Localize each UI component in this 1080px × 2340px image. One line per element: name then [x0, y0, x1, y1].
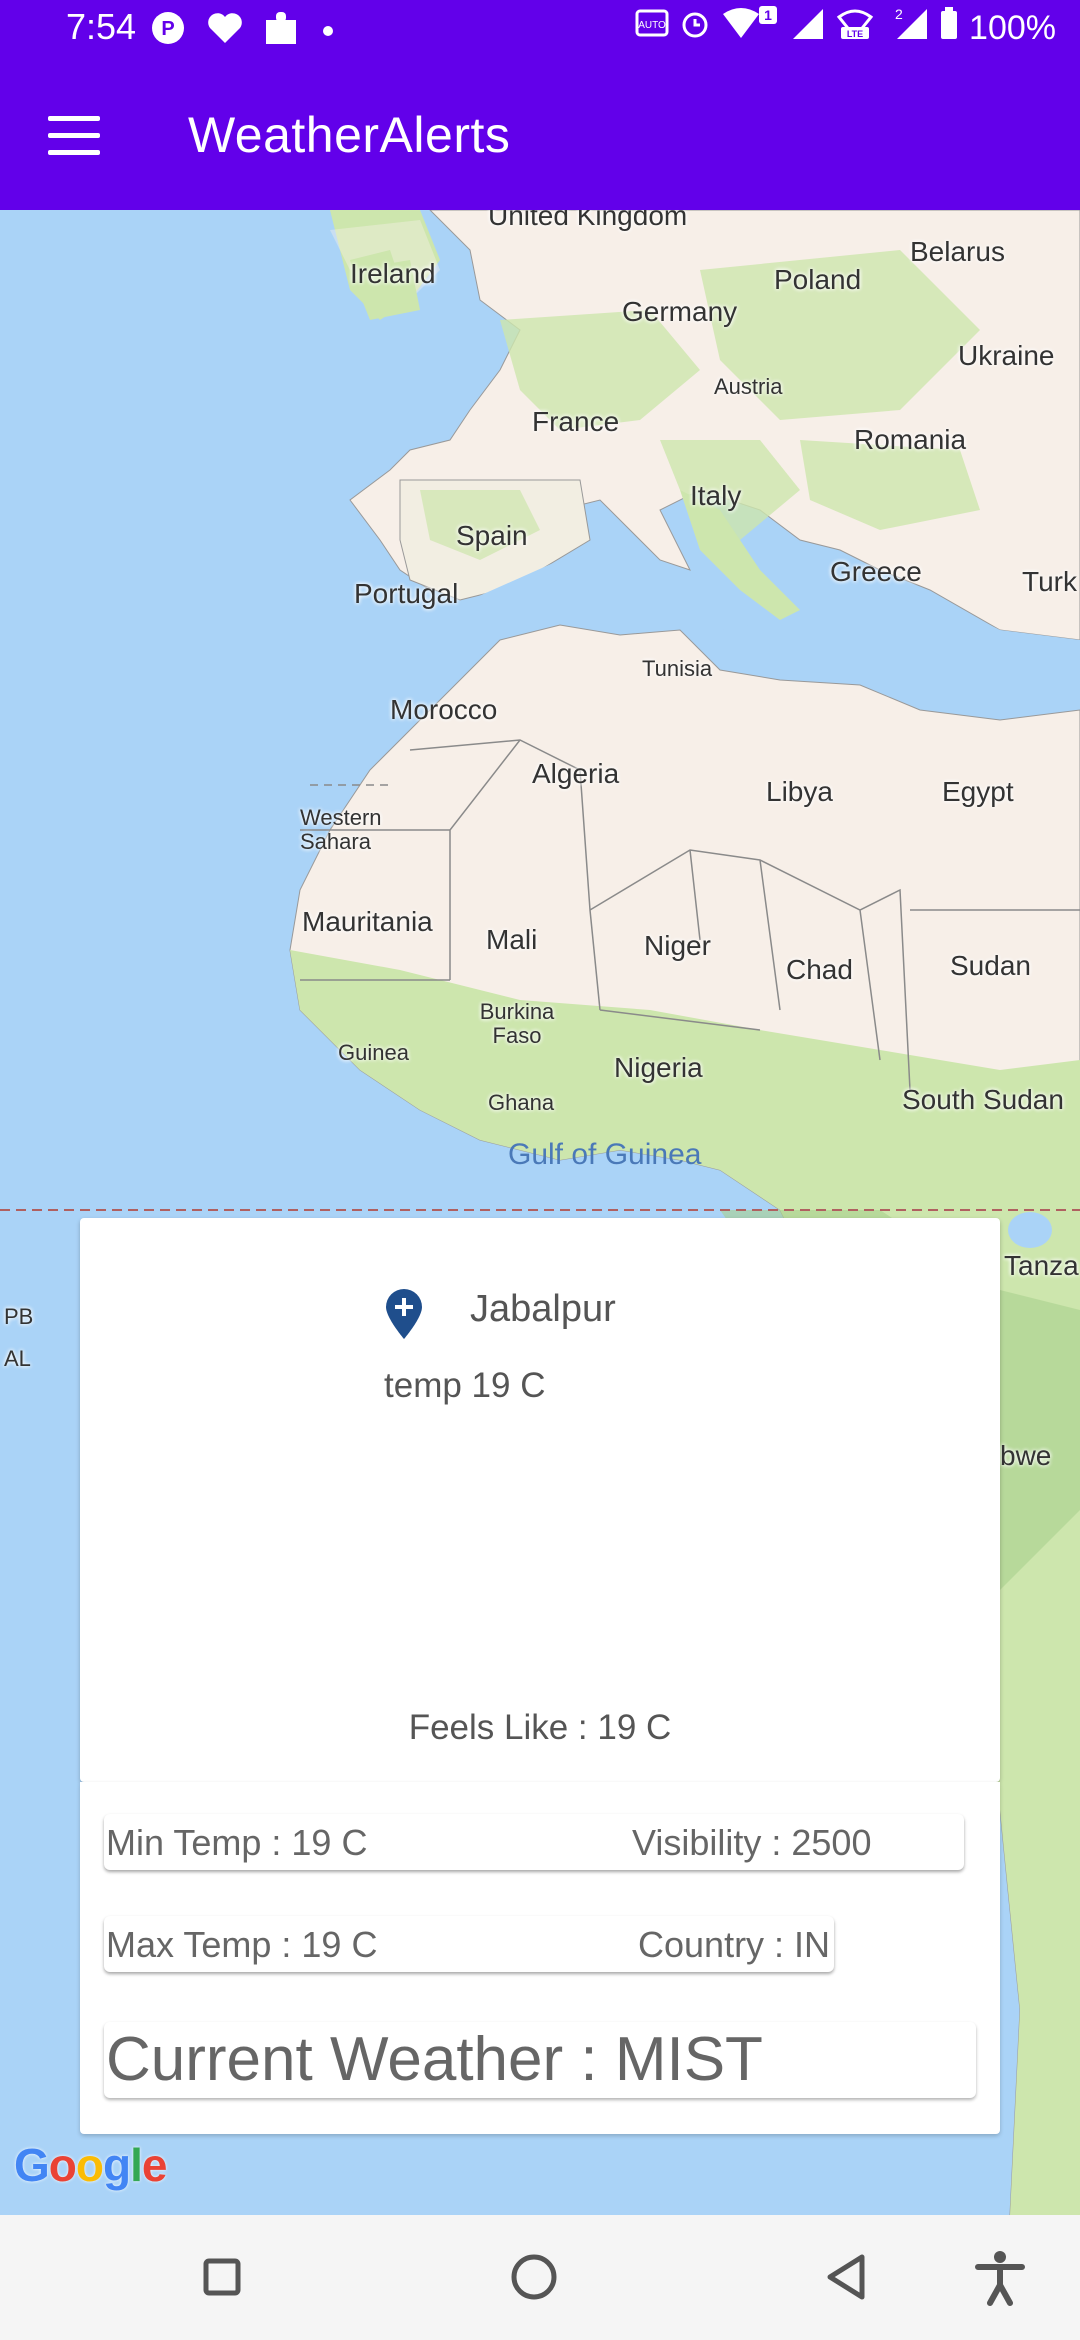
wifi-icon: 1	[721, 6, 781, 51]
sim2-badge: 2	[895, 7, 903, 22]
map-label-italy: Italy	[690, 480, 742, 511]
app-bar: WeatherAlerts	[0, 62, 1080, 210]
map-label-belarus: Belarus	[910, 236, 1005, 267]
map-label-mali: Mali	[486, 924, 538, 955]
alarm-icon	[679, 8, 711, 49]
app-title: WeatherAlerts	[188, 107, 511, 163]
accessibility-icon[interactable]	[968, 2245, 1032, 2309]
map-label-tanzania: Tanza	[1004, 1250, 1079, 1281]
map-label-uk: United Kingdom	[488, 210, 688, 231]
map-label-ghana: Ghana	[488, 1090, 555, 1115]
system-status-icons: AUTO 1 LTE 2 100%	[635, 6, 1056, 51]
sim1-badge: 1	[764, 7, 772, 23]
map-label-ukraine: Ukraine	[958, 340, 1055, 371]
map-label-south-sudan: South Sudan	[902, 1084, 1064, 1115]
map-label-tunisia: Tunisia	[642, 656, 713, 681]
back-triangle-icon[interactable]	[816, 2245, 880, 2309]
notification-icons: P	[150, 10, 338, 54]
location-pin-add-icon	[384, 1288, 424, 1340]
map-label-guinea: Guinea	[338, 1040, 409, 1065]
map-label-mauritania: Mauritania	[302, 906, 433, 937]
weather-details-panel: Min Temp : 19 C Visibility : 2500 Max Te…	[80, 1782, 1000, 2134]
weather-info-card[interactable]: Jabalpur temp 19 C Feels Like : 19 C	[80, 1218, 1000, 1782]
auto-icon: AUTO	[635, 9, 669, 48]
temperature: temp 19 C	[384, 1366, 546, 1405]
map-label-sudan: Sudan	[950, 950, 1031, 981]
p-icon: P	[150, 10, 186, 54]
status-bar: 7:54 P AUTO 1 LTE 2 100%	[0, 0, 1080, 62]
volte-icon: LTE	[835, 7, 875, 50]
city-name: Jabalpur	[470, 1288, 616, 1330]
max-temp-country-row: Max Temp : 19 C Country : IN	[104, 1916, 834, 1972]
battery-icon	[939, 7, 959, 50]
map-label-egypt: Egypt	[942, 776, 1014, 807]
map-label-greece: Greece	[830, 556, 922, 587]
svg-text:LTE: LTE	[847, 29, 863, 39]
visibility: Visibility : 2500	[632, 1822, 872, 1863]
heart-icon	[206, 11, 244, 53]
feels-like: Feels Like : 19 C	[408, 1708, 672, 1747]
map-label-pb: PB	[4, 1304, 34, 1329]
map-label-ireland: Ireland	[350, 258, 436, 289]
signal-icon	[791, 7, 825, 50]
current-weather: Current Weather : MIST	[104, 2022, 976, 2098]
puzzle-icon	[264, 10, 298, 54]
min-temp-visibility-row: Min Temp : 19 C Visibility : 2500	[104, 1814, 964, 1870]
map-label-portugal: Portugal	[354, 578, 459, 609]
map-label-libya: Libya	[766, 776, 833, 807]
max-temp: Max Temp : 19 C	[106, 1924, 378, 1965]
map-label-morocco: Morocco	[390, 694, 498, 725]
signal-icon-2: 2	[885, 6, 929, 50]
map-label-spain: Spain	[456, 520, 528, 551]
home-circle-icon[interactable]	[502, 2245, 566, 2309]
map-label-niger: Niger	[644, 930, 711, 961]
hamburger-menu-icon[interactable]	[48, 116, 100, 156]
map-label-zimbabwe: bwe	[1000, 1440, 1052, 1471]
map-label-austria: Austria	[714, 374, 783, 399]
map-label-chad: Chad	[786, 954, 853, 985]
status-time: 7:54	[66, 6, 137, 47]
country: Country : IN	[638, 1924, 831, 1965]
map-label-germany: Germany	[622, 296, 738, 327]
map-label-western-sahara: Western Sahara	[300, 805, 382, 854]
map-label-burkina-faso: Burkina Faso	[479, 999, 555, 1048]
map-label-romania: Romania	[854, 424, 967, 455]
svg-text:AUTO: AUTO	[638, 20, 666, 31]
map-label-france: France	[532, 406, 620, 437]
battery-percentage: 100%	[969, 9, 1056, 47]
min-temp: Min Temp : 19 C	[106, 1822, 368, 1863]
recents-square-icon[interactable]	[190, 2245, 254, 2309]
svg-text:P: P	[161, 18, 174, 40]
map-label-turkey: Turk	[1022, 566, 1077, 597]
map-label-algeria: Algeria	[532, 758, 620, 789]
google-logo: Google	[14, 2139, 167, 2191]
map-label-poland: Poland	[774, 264, 862, 295]
map-label-al: AL	[4, 1346, 31, 1371]
dot-icon	[318, 15, 338, 49]
navigation-bar	[0, 2215, 1080, 2340]
map-label-nigeria: Nigeria	[614, 1052, 703, 1083]
map-label-gulf-of-guinea: Gulf of Guinea	[508, 1138, 702, 1171]
